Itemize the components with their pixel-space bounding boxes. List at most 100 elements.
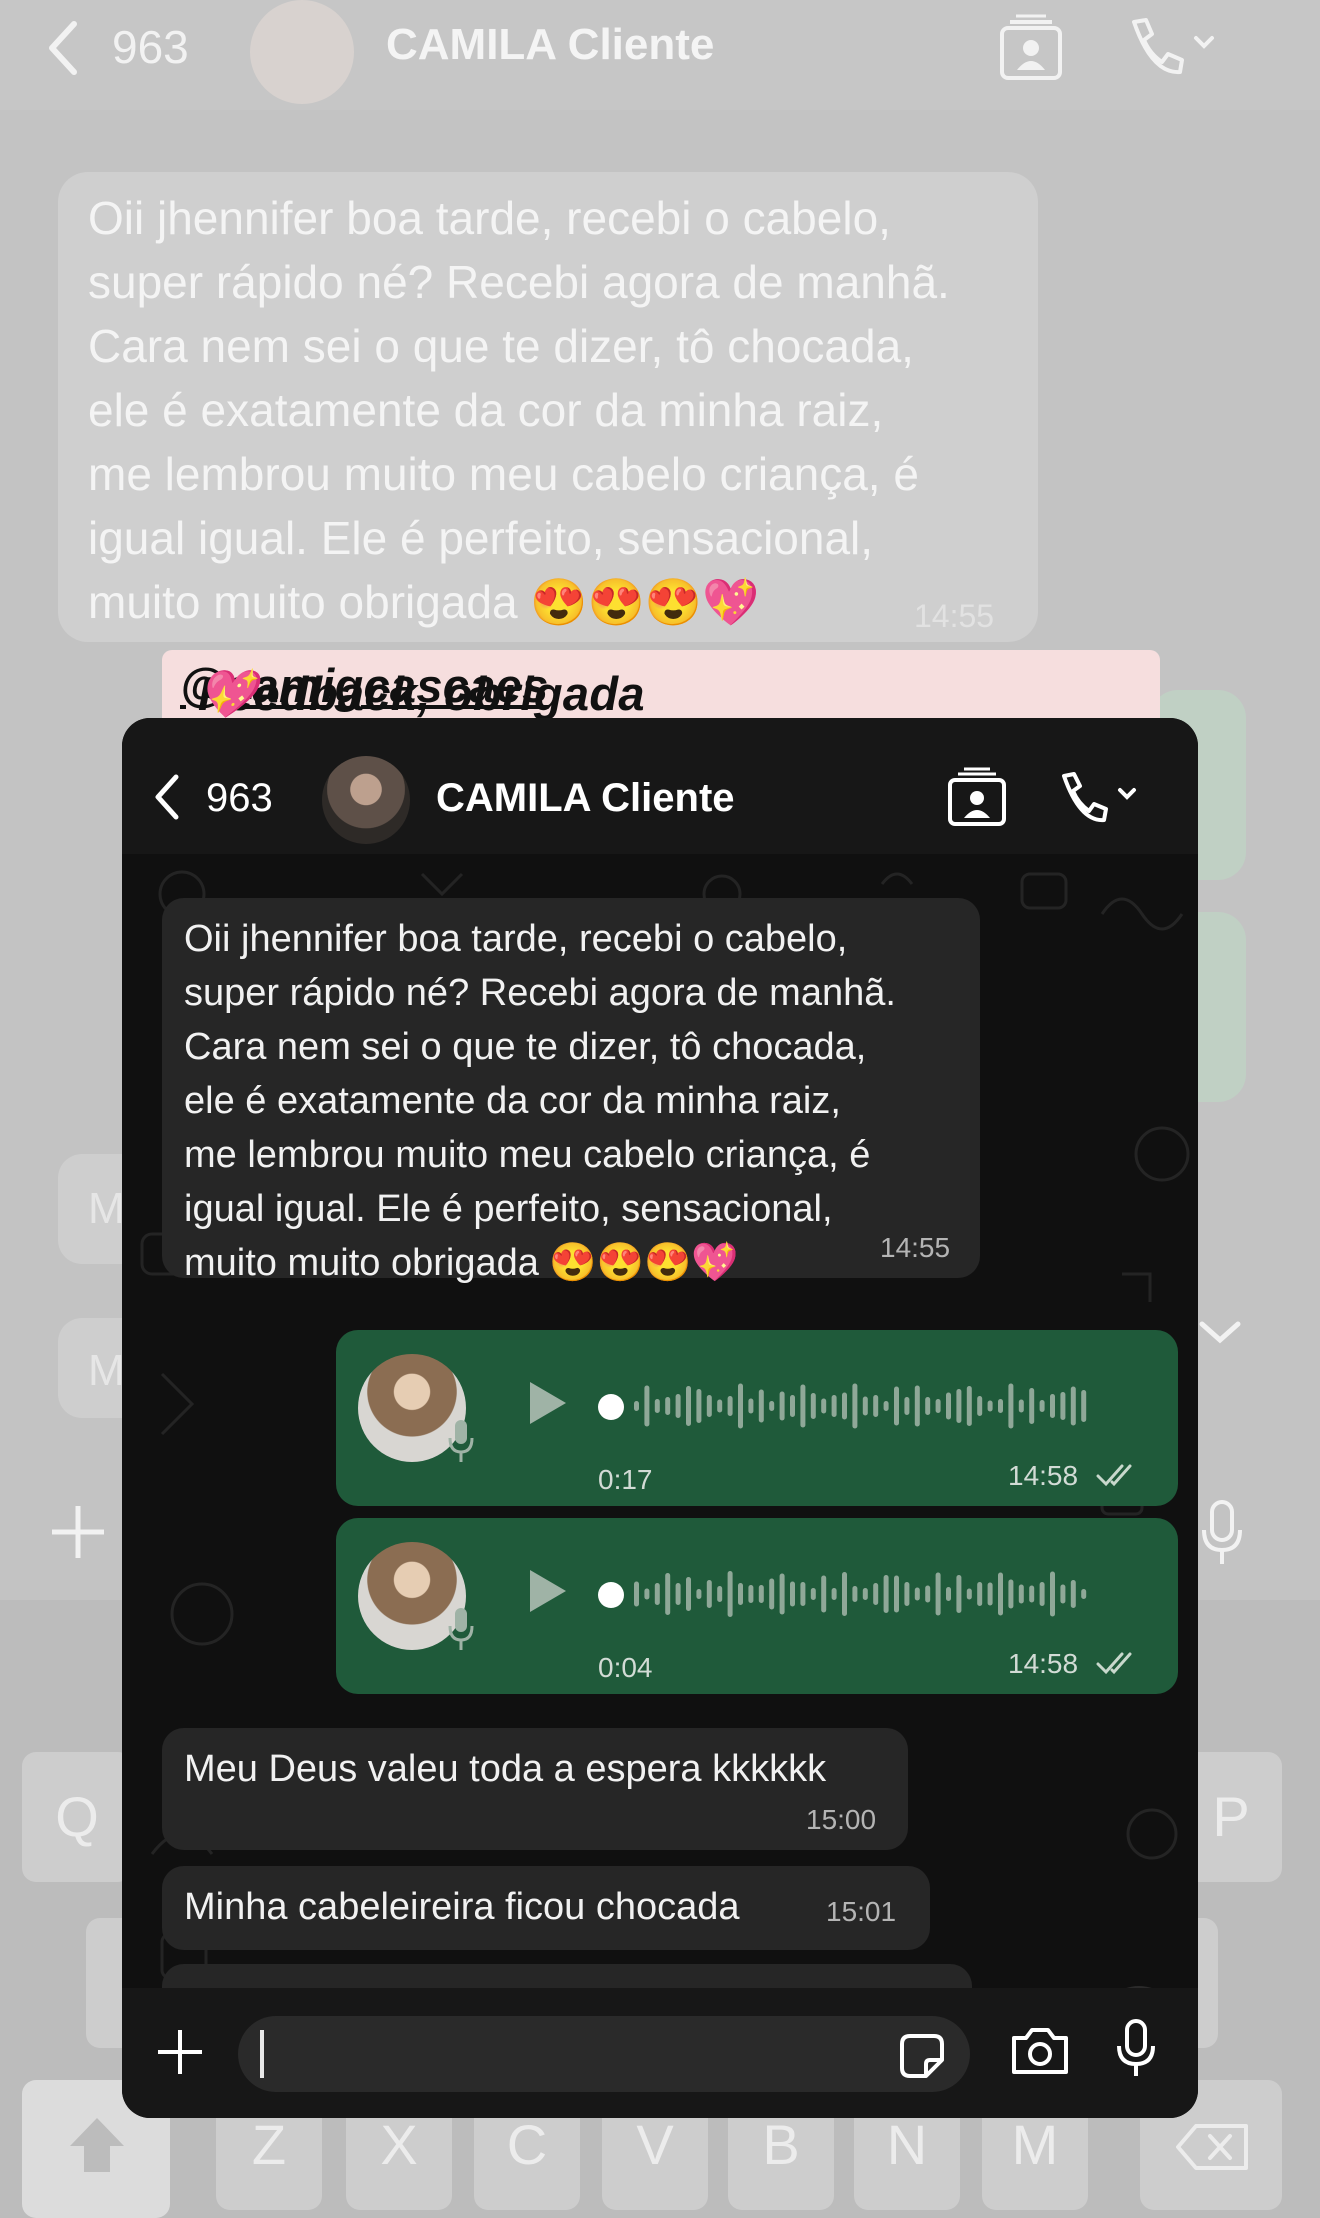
- waveform-bar: [1060, 1392, 1066, 1420]
- waveform-bar: [914, 1385, 920, 1427]
- waveform-bar: [1060, 1584, 1066, 1604]
- background-message-text: M: [88, 1346, 125, 1395]
- voice-waveform[interactable]: [628, 1562, 1128, 1626]
- back-chevron-icon[interactable]: [152, 773, 182, 826]
- text-cursor: [260, 2030, 264, 2078]
- background-message-text: Oii jhennifer boa tarde, recebi o cabelo…: [88, 192, 950, 628]
- unread-count[interactable]: 963: [206, 776, 273, 821]
- microphone-icon[interactable]: [1114, 2018, 1158, 2085]
- caption-text: Feedback, obrigada @camigcascaes 💖: [180, 658, 645, 720]
- waveform-bar: [821, 1575, 827, 1613]
- voice-duration: 0:04: [598, 1652, 653, 1683]
- waveform-bar: [1018, 1399, 1024, 1413]
- voice-mic-icon: [446, 1606, 476, 1657]
- waveform-bar: [665, 1573, 671, 1615]
- waveform-bar: [852, 1586, 858, 1602]
- waveform-bar: [758, 1585, 764, 1603]
- contact-avatar[interactable]: [322, 756, 410, 844]
- contact-card-icon[interactable]: [996, 12, 1066, 87]
- waveform-bar: [738, 1383, 743, 1429]
- waveform-bar: [1081, 1589, 1087, 1599]
- waveform-bar: [925, 1585, 931, 1603]
- waveform-bar: [1070, 1386, 1076, 1426]
- waveform-bar: [1050, 1394, 1055, 1418]
- waveform-bar: [686, 1577, 691, 1611]
- playback-position-dot[interactable]: [598, 1394, 624, 1420]
- waveform-bar: [904, 1582, 910, 1606]
- waveform-bar: [675, 1394, 681, 1418]
- waveform-bar: [883, 1401, 889, 1411]
- incoming-message[interactable]: Oii jhennifer boa tarde, recebi o cabelo…: [162, 898, 980, 1284]
- waveform-bar: [654, 1399, 660, 1413]
- background-message-text: M: [88, 1184, 125, 1233]
- message-time: 14:58: [1008, 1460, 1079, 1491]
- outgoing-voice-message[interactable]: 0:17 14:58: [336, 1330, 1178, 1506]
- waveform-bar: [914, 1587, 920, 1601]
- incoming-message[interactable]: Minha cabeleireira ficou chocada 15:01: [162, 1866, 930, 1950]
- waveform-bar: [966, 1588, 972, 1600]
- waveform-bar: [1008, 1383, 1014, 1429]
- playback-position-dot[interactable]: [598, 1582, 624, 1608]
- voice-waveform[interactable]: [628, 1374, 1128, 1438]
- waveform-bar: [873, 1395, 879, 1417]
- chat-messages-area[interactable]: Oii jhennifer boa tarde, recebi o cabelo…: [122, 854, 1198, 2064]
- contact-avatar[interactable]: [250, 0, 354, 104]
- waveform-bar: [800, 1582, 806, 1606]
- voice-mic-icon: [446, 1418, 476, 1469]
- waveform-bar: [706, 1395, 712, 1417]
- waveform-bar: [821, 1398, 827, 1414]
- waveform-bar: [634, 1581, 639, 1607]
- waveform-bar: [748, 1585, 754, 1603]
- waveform-bar: [977, 1396, 983, 1416]
- play-icon[interactable]: [526, 1378, 570, 1433]
- waveform-bar: [810, 1588, 816, 1600]
- message-text: Oii jhennifer boa tarde, recebi o cabelo…: [184, 918, 896, 1284]
- contact-name[interactable]: CAMILA Cliente: [436, 776, 735, 821]
- play-icon[interactable]: [526, 1566, 570, 1621]
- waveform-bar: [1039, 1582, 1045, 1606]
- waveform-bar: [706, 1580, 712, 1608]
- waveform-bar: [925, 1397, 931, 1415]
- outgoing-voice-message[interactable]: 0:04 14:58: [336, 1518, 1178, 1694]
- waveform-bar: [675, 1583, 681, 1605]
- waveform-bar: [1029, 1388, 1035, 1424]
- contact-name[interactable]: CAMILA Cliente: [386, 20, 714, 70]
- scroll-down-chevron-icon[interactable]: [1196, 1318, 1244, 1353]
- attach-plus-icon[interactable]: [154, 2026, 206, 2083]
- waveform-bar: [894, 1386, 899, 1426]
- camera-icon[interactable]: [1010, 2026, 1070, 2081]
- phone-call-icon[interactable]: [1056, 770, 1142, 831]
- waveform-bar: [1008, 1579, 1014, 1609]
- message-time: 15:01: [826, 1896, 897, 1927]
- waveform-bar: [696, 1589, 702, 1599]
- background-message-time: 14:55: [914, 598, 995, 634]
- waveform-bar: [946, 1587, 951, 1601]
- back-chevron-icon[interactable]: [44, 18, 80, 83]
- microphone-icon[interactable]: [1196, 1498, 1248, 1573]
- waveform-bar: [987, 1400, 993, 1412]
- waveform-bar: [758, 1389, 764, 1423]
- message-text: Meu Deus valeu toda a espera kkkkkk: [184, 1748, 827, 1790]
- waveform-bar: [894, 1575, 899, 1613]
- waveform-bar: [1039, 1400, 1045, 1412]
- waveform-bar: [748, 1398, 754, 1414]
- sticker-icon[interactable]: [898, 2032, 946, 2085]
- waveform-bar: [987, 1582, 993, 1606]
- attach-plus-icon[interactable]: [48, 1502, 108, 1574]
- waveform-bar: [810, 1393, 816, 1419]
- message-input[interactable]: [238, 2016, 970, 2092]
- waveform-bar: [686, 1386, 691, 1426]
- waveform-bar: [966, 1386, 972, 1426]
- waveform-bar: [1070, 1580, 1076, 1608]
- key-q[interactable]: Q: [22, 1752, 132, 1882]
- waveform-bar: [717, 1586, 723, 1602]
- waveform-bar: [1029, 1585, 1035, 1603]
- waveform-bar: [779, 1391, 785, 1421]
- waveform-bar: [977, 1582, 983, 1606]
- incoming-message[interactable]: Meu Deus valeu toda a espera kkkkkk 15:0…: [162, 1728, 908, 1850]
- contact-card-icon[interactable]: [946, 766, 1008, 833]
- unread-count[interactable]: 963: [112, 20, 189, 74]
- waveform-bar: [862, 1588, 868, 1600]
- caption-emoji: 💖: [198, 667, 257, 720]
- phone-call-icon[interactable]: [1124, 14, 1220, 83]
